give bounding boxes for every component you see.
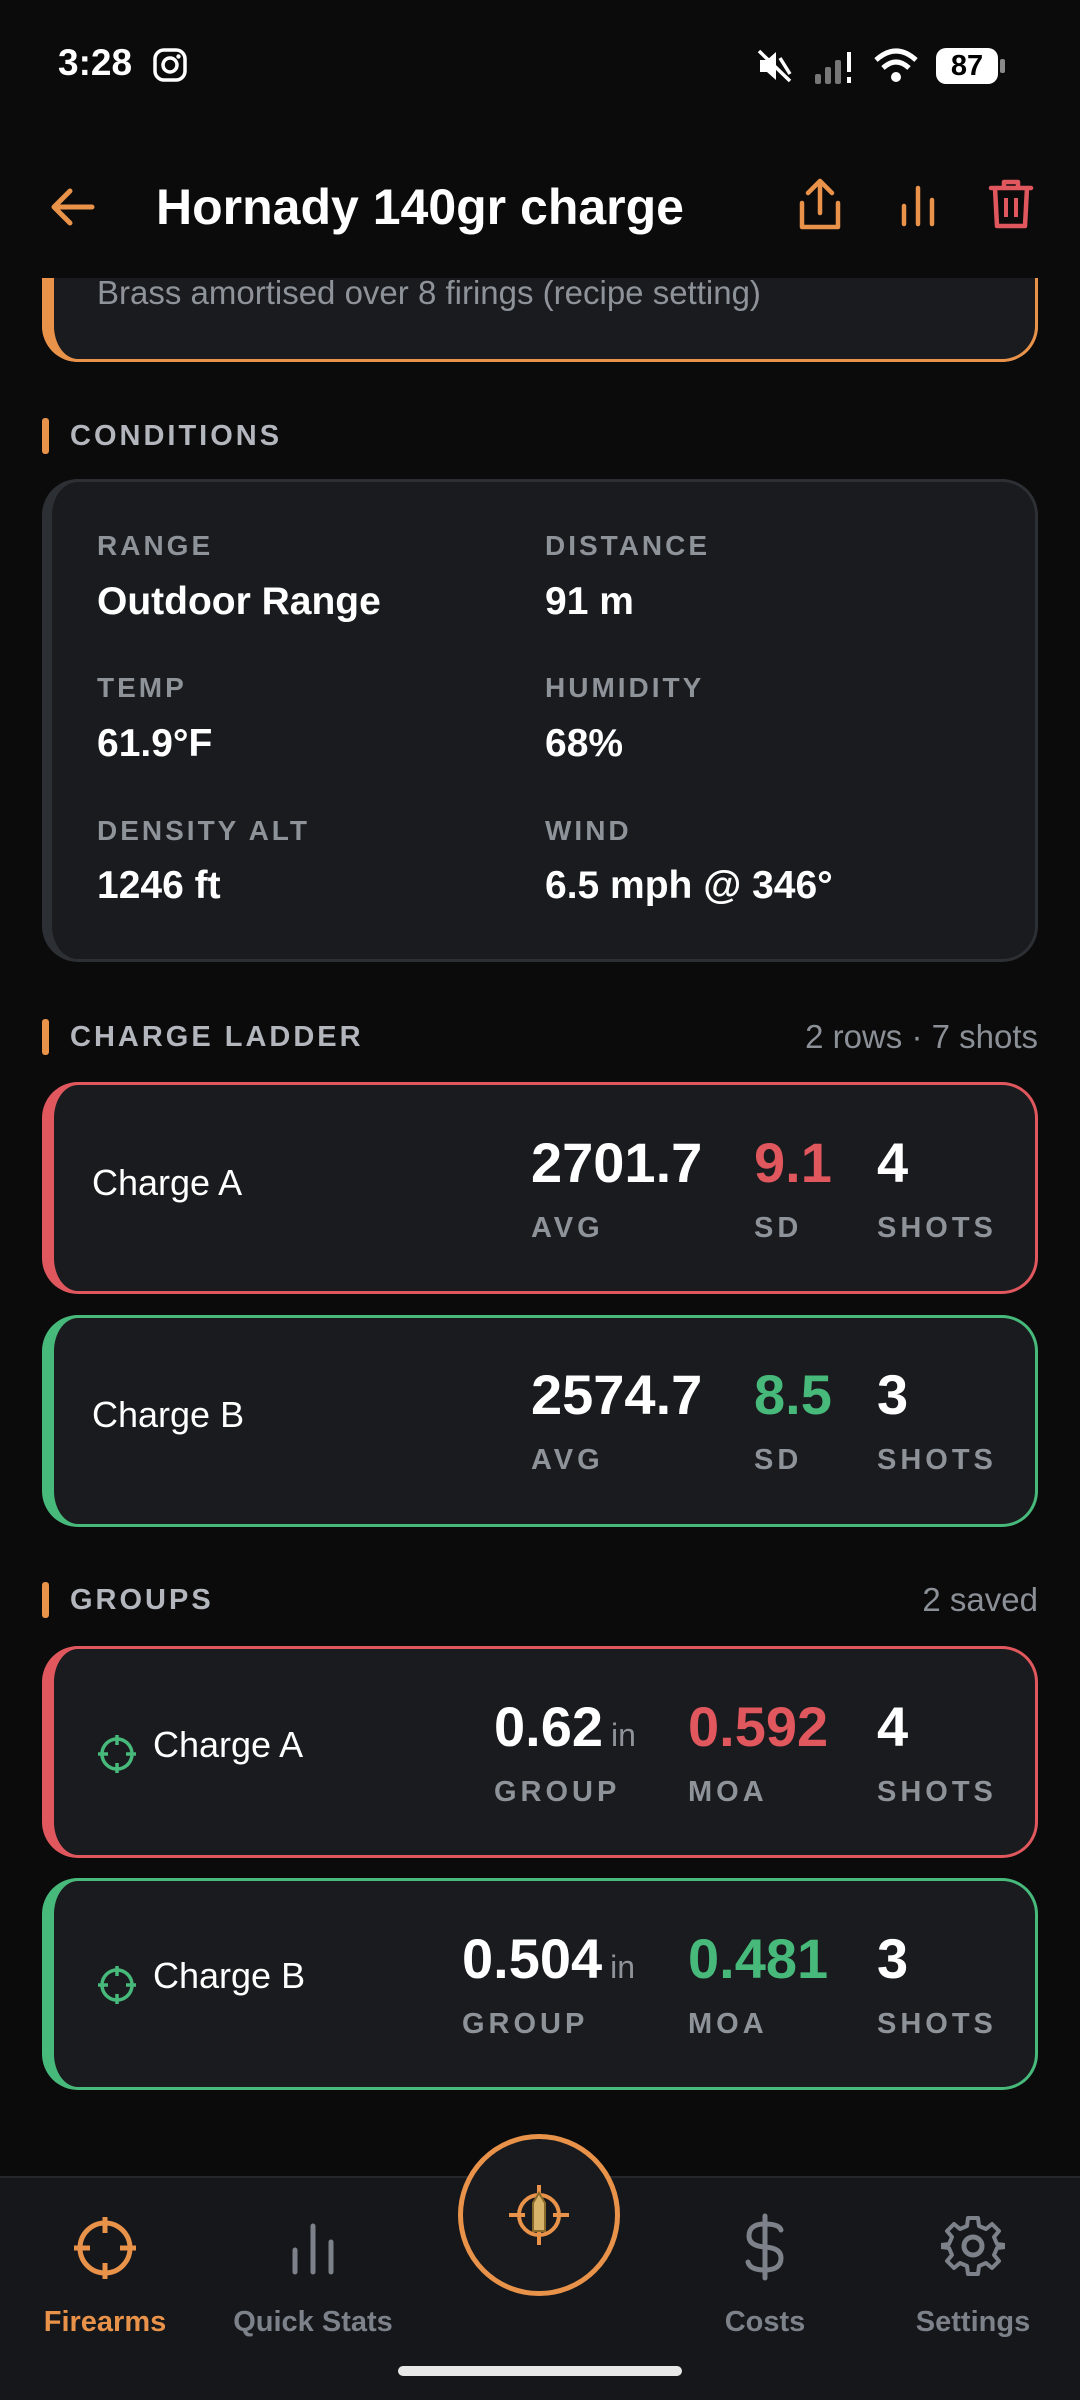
group-moa-label: MOA [688,2008,768,2040]
groups-section-marker [42,1582,49,1618]
page-title-overlay: Hornady 140gr charge [156,179,684,235]
home-indicator [398,2366,682,2376]
dollar-icon [745,2213,784,2281]
nav-item-firearms[interactable]: Firearms [20,2178,190,2338]
charge-ladder-section-title: CHARGE LADDER [70,1021,364,1053]
group-size-label: GROUP [462,2008,589,2040]
charge-sd-label: SD [754,1212,803,1244]
battery-level: 87 [950,50,984,82]
share-icon [799,178,841,230]
crosshair-icon [96,1733,138,1780]
charge-sd-label: SD [754,1444,803,1476]
group-shots-label: SHOTS [877,2008,997,2040]
group-row-name: Charge B [153,1955,306,1996]
groups-meta: 2 saved [922,1581,1038,1618]
instagram-icon [153,48,187,87]
range-value: Outdoor Range [97,580,381,623]
group-moa-value: 0.592 [688,1695,829,1758]
crosshair-icon [96,1964,138,2011]
group-moa-label: MOA [688,1776,768,1808]
nav-item-costs[interactable]: Costs [680,2178,850,2338]
charge-avg-label: AVG [531,1444,604,1476]
group-size-number: 0.62 [494,1695,603,1758]
humidity-value: 68% [545,722,624,765]
group-shots-label: SHOTS [877,1776,997,1808]
conditions-section-title: CONDITIONS [70,420,283,452]
nav-label-quick-stats: Quick Stats [233,2306,393,2338]
density-alt-label: DENSITY ALT [97,815,310,846]
group-size-unit: in [611,1717,636,1753]
charge-shots-label: SHOTS [877,1212,997,1244]
group-size-number: 0.504 [462,1927,603,1990]
app-header-overlay: Hornady 140gr charge [0,150,1080,270]
nav-item-quick-stats[interactable]: Quick Stats [223,2178,403,2338]
charge-ladder-meta: 2 rows · 7 shots [805,1018,1038,1055]
bar-chart-icon [901,185,935,227]
crosshair-icon [74,2217,136,2279]
brass-note-text: Brass amortised over 8 firings (recipe s… [97,274,761,311]
trash-icon [988,179,1034,229]
nav-label-costs: Costs [724,2306,806,2338]
charge-ladder-section-marker [42,1019,49,1055]
wifi-icon [874,48,918,89]
charge-shots-value: 4 [877,1131,909,1194]
wind-label: WIND [545,815,632,846]
charge-shots-label: SHOTS [877,1444,997,1476]
charge-row-name: Charge B [92,1394,245,1435]
mute-icon [756,48,794,89]
nav-label-settings: Settings [915,2306,1031,2338]
group-size-value: 0.504 in [462,1926,635,1991]
group-size-unit: in [610,1949,636,1985]
wind-value: 6.5 mph @ 346° [545,864,833,907]
gear-icon [941,2216,1005,2276]
status-bar: 3:28 87 [0,0,1080,130]
temp-label: TEMP [97,672,187,703]
charge-shots-value: 3 [877,1363,909,1426]
bar-chart-icon [292,2223,334,2275]
charge-avg-value: 2574.7 [531,1363,703,1426]
rifle-scope-icon [509,2185,569,2245]
nav-item-settings[interactable]: Settings [888,2178,1058,2338]
delete-button-overlay[interactable] [985,174,1037,234]
status-time: 3:28 [58,42,133,83]
density-alt-value: 1246 ft [97,864,221,907]
distance-value: 91 m [545,580,634,623]
charge-row-name: Charge A [92,1162,243,1203]
group-size-value: 0.62 in [494,1694,636,1759]
share-button-overlay[interactable] [792,175,848,235]
group-size-label: GROUP [494,1776,621,1808]
temp-value: 61.9°F [97,722,213,765]
charge-avg-value: 2701.7 [531,1131,703,1194]
nav-label-firearms: Firearms [43,2306,167,2338]
center-action-button[interactable] [458,2134,620,2296]
arrow-left-icon [51,188,95,226]
charge-avg-label: AVG [531,1212,604,1244]
conditions-section-marker [42,418,49,454]
distance-label: DISTANCE [545,530,711,561]
group-shots-value: 4 [877,1695,909,1758]
group-shots-value: 3 [877,1927,909,1990]
group-row-name: Charge A [153,1724,304,1765]
charge-sd-value: 8.5 [754,1363,832,1426]
humidity-label: HUMIDITY [545,672,705,703]
group-moa-value: 0.481 [688,1927,829,1990]
charge-sd-value: 9.1 [754,1131,832,1194]
back-button-overlay[interactable] [42,176,104,238]
range-label: RANGE [97,530,214,561]
stats-button-overlay[interactable] [892,178,944,234]
cellular-signal-icon [815,50,859,89]
groups-section-title: GROUPS [70,1584,214,1616]
